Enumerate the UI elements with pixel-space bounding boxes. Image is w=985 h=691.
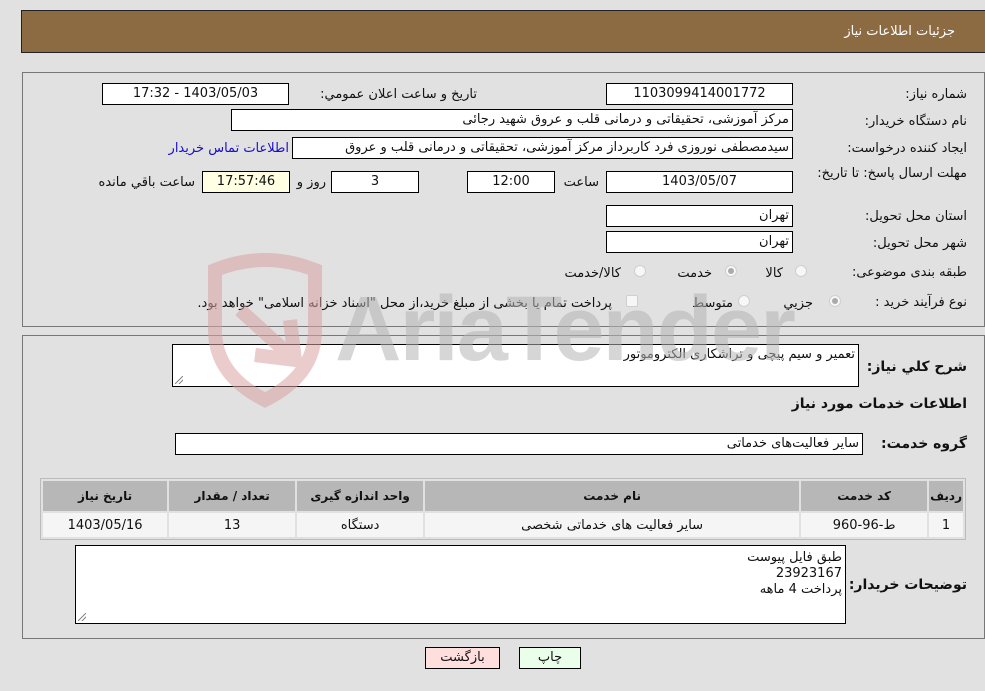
category-option-goods-service: کالا/خدمت (564, 266, 621, 281)
category-radio-goods-service[interactable] (634, 265, 646, 277)
deadline-label: مهلت ارسال پاسخ: تا تاریخ: (817, 166, 967, 181)
need-number-field: 1103099414001772 (606, 83, 793, 105)
remaining-time-field: 17:57:46 (202, 171, 290, 193)
table-row: 1 ط-96-960 سایر فعالیت های خدماتی شخصی د… (43, 513, 963, 537)
services-section-title: اطلاعات خدمات مورد نیاز (791, 396, 967, 412)
deadline-date-field: 1403/05/07 (606, 171, 793, 193)
col-need-date: تاریخ نیاز (43, 481, 168, 511)
buyer-notes-line: پرداخت 4 ماهه (759, 582, 842, 597)
days-field: 3 (331, 171, 419, 193)
buyer-notes-line: 23923167 (775, 566, 842, 581)
creator-label: ایجاد کننده درخواست: (847, 141, 967, 156)
services-table: ردیف کد خدمت نام خدمت واحد اندازه گیری ت… (40, 478, 966, 540)
service-group-label: گروه خدمت: (881, 436, 967, 452)
col-service-code: کد خدمت (801, 481, 928, 511)
cell-need-date: 1403/05/16 (43, 513, 168, 537)
back-button[interactable]: بازگشت (425, 647, 500, 669)
table-header-row: ردیف کد خدمت نام خدمت واحد اندازه گیری ت… (43, 481, 963, 511)
category-label: طبقه بندی موضوعی: (851, 265, 967, 280)
province-label: استان محل تحویل: (865, 209, 967, 224)
buyer-contact-link[interactable]: اطلاعات تماس خریدار (169, 141, 289, 156)
process-label: نوع فرآیند خرید : (875, 295, 967, 310)
col-service-name: نام خدمت (425, 481, 800, 511)
buyer-notes-line: طبق فایل پیوست (747, 550, 842, 565)
cell-quantity: 13 (169, 513, 296, 537)
process-option-medium: متوسط (692, 296, 733, 311)
cell-unit: دستگاه (297, 513, 424, 537)
process-option-minor: جزيي (783, 296, 813, 311)
buyer-notes-label: توضیحات خریدار: (848, 577, 967, 593)
announce-label: تاریخ و ساعت اعلان عمومي: (320, 87, 477, 102)
days-label: روز و (296, 175, 326, 190)
creator-field: سیدمصطفی نوروزی فرد کاربرداز مرکز آموزشی… (292, 137, 793, 159)
process-radio-medium[interactable] (738, 295, 750, 307)
category-option-service: خدمت (677, 266, 712, 281)
deadline-time-label: ساعت (563, 175, 599, 190)
service-group-field: سایر فعالیت‌های خدماتی (175, 433, 863, 455)
category-radio-goods[interactable] (795, 265, 807, 277)
description-label: شرح کلي نیاز: (866, 359, 967, 375)
print-button[interactable]: چاپ (519, 647, 581, 669)
treasury-note: پرداخت تمام یا بخشی از مبلغ خرید،از محل … (197, 296, 612, 311)
description-text: تعمیر و سیم پیچی و تراشکاری الکتروموتور (623, 347, 855, 362)
treasury-checkbox[interactable] (626, 295, 638, 307)
province-field: تهران (606, 205, 793, 227)
buyer-notes-textarea[interactable]: طبق فایل پیوست 23923167 پرداخت 4 ماهه (75, 545, 846, 624)
col-quantity: تعداد / مقدار (169, 481, 296, 511)
page-title: جزئیات اطلاعات نیاز (844, 24, 955, 39)
cell-row-number: 1 (929, 513, 963, 537)
category-radio-service[interactable] (725, 265, 737, 277)
buyer-org-field: مرکز آموزشی، تحقیقاتی و درمانی قلب و عرو… (231, 109, 793, 131)
buyer-org-label: نام دستگاه خریدار: (864, 114, 967, 129)
announce-field: 1403/05/03 - 17:32 (102, 83, 289, 105)
city-label: شهر محل تحویل: (872, 236, 967, 251)
deadline-time-field: 12:00 (467, 171, 555, 193)
need-number-label: شماره نیاز: (905, 87, 967, 102)
category-option-goods: کالا (765, 266, 783, 281)
col-unit: واحد اندازه گیری (297, 481, 424, 511)
cell-service-code: ط-96-960 (801, 513, 928, 537)
cell-service-name: سایر فعالیت های خدماتی شخصی (425, 513, 800, 537)
process-radio-minor[interactable] (829, 295, 841, 307)
description-textarea[interactable]: تعمیر و سیم پیچی و تراشکاری الکتروموتور (172, 344, 859, 387)
city-field: تهران (606, 231, 793, 253)
remaining-label: ساعت باقي مانده (98, 175, 195, 190)
resize-grip-icon[interactable] (78, 613, 86, 621)
resize-grip-icon[interactable] (175, 376, 183, 384)
col-row-number: ردیف (929, 481, 963, 511)
page-header: جزئیات اطلاعات نیاز (21, 10, 985, 53)
